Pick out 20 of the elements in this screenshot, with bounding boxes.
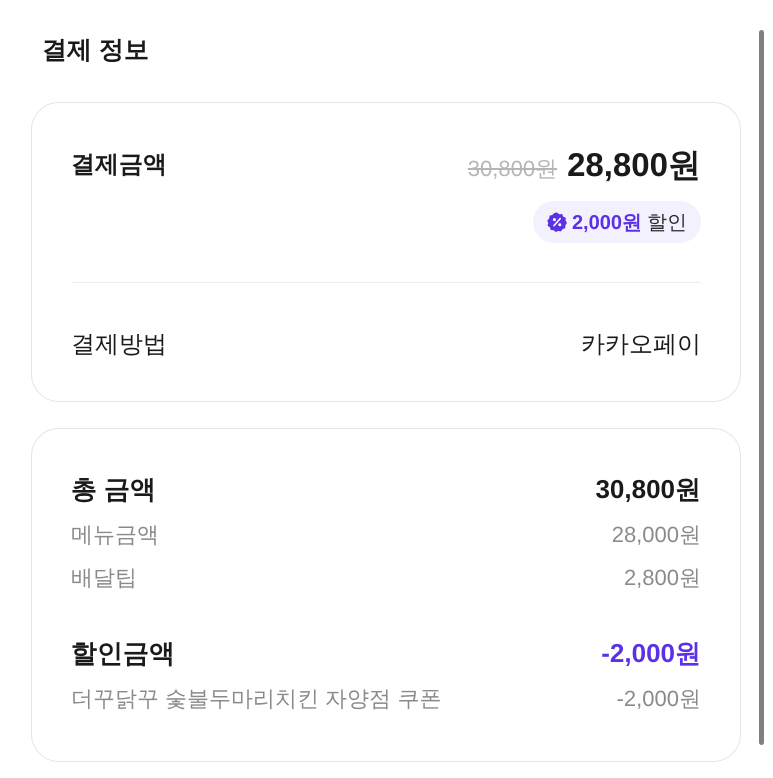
summary-item-label: 배달팁 [71, 564, 137, 592]
discount-amount: 2,000원 [572, 210, 642, 236]
payment-amount-label: 결제금액 [71, 150, 167, 180]
discounted-price: 28,800원 [567, 145, 701, 185]
summary-heading-amount: -2,000원 [601, 637, 701, 670]
section-title: 결제 정보 [42, 35, 150, 66]
summary-item-label: 더꾸닭꾸 숯불두마리치킨 자양점 쿠폰 [71, 685, 442, 713]
summary-item-value: 2,800원 [624, 564, 701, 592]
percent-seal-icon [546, 212, 567, 232]
original-price: 30,800원 [468, 155, 558, 183]
payment-method-value: 카카오페이 [581, 330, 701, 360]
summary-heading: 총 금액 [71, 473, 156, 506]
summary-heading: 할인금액 [71, 637, 175, 670]
summary-heading-amount: 30,800원 [595, 473, 701, 506]
summary-item-value: -2,000원 [616, 685, 701, 713]
discount-label: 할인 [647, 210, 687, 236]
summary-item-value: 28,000원 [612, 521, 701, 549]
payment-method-label: 결제방법 [71, 330, 167, 360]
summary-item-label: 메뉴금액 [71, 521, 159, 549]
scrollbar-thumb[interactable] [758, 30, 764, 745]
